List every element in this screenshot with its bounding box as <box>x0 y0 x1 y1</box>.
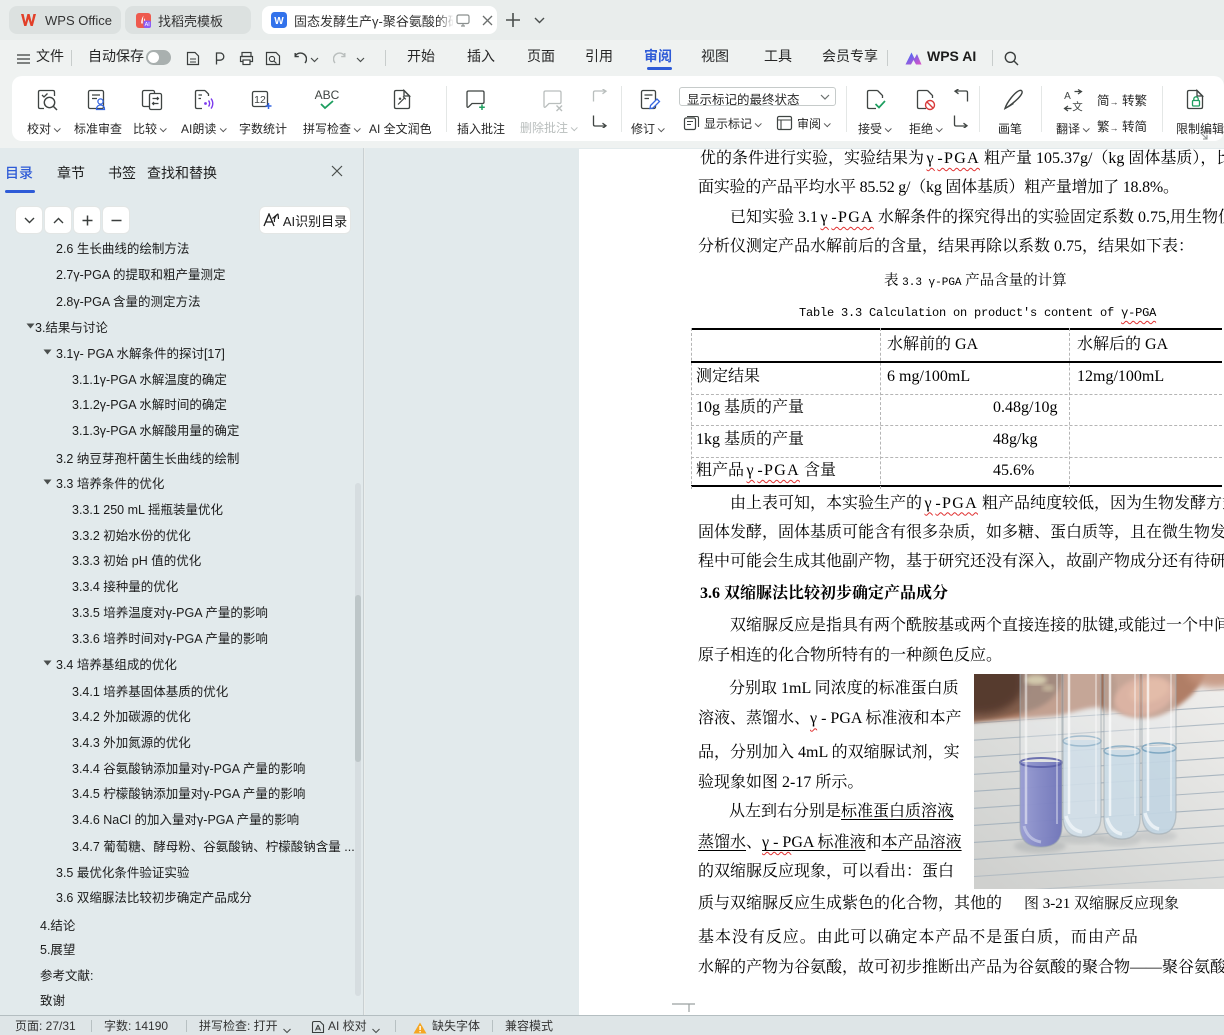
svg-text:A: A <box>1064 91 1071 102</box>
svg-text:AI: AI <box>145 22 150 28</box>
svg-text:12: 12 <box>254 94 266 106</box>
svg-text:文: 文 <box>1072 99 1083 112</box>
svg-text:W: W <box>274 16 284 27</box>
svg-text:ABC: ABC <box>315 88 340 102</box>
